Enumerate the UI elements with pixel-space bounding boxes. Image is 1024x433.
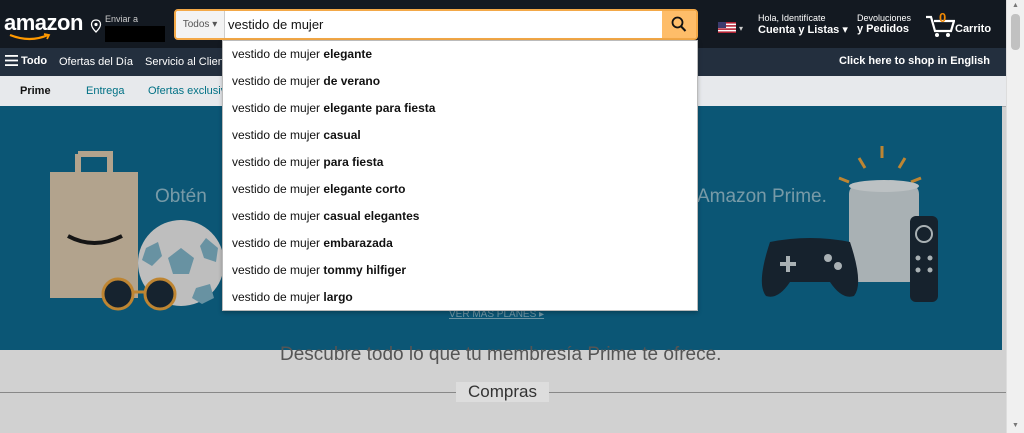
suggestion-item[interactable]: vestido de mujer de verano: [223, 68, 697, 95]
account-greeting: Hola, Identifícate: [758, 13, 826, 23]
account-lists-menu[interactable]: Hola, Identifícate Cuenta y Listas ▾: [758, 13, 848, 36]
scroll-up-arrow-icon[interactable]: ▲: [1012, 2, 1019, 9]
scroll-down-arrow-icon[interactable]: ▼: [1012, 422, 1019, 429]
suggestion-item[interactable]: vestido de mujer largo: [223, 284, 697, 311]
suggestion-item[interactable]: vestido de mujer elegante corto: [223, 176, 697, 203]
orders-label: y Pedidos: [857, 23, 909, 35]
redacted-location: [105, 26, 165, 42]
cart-label: Carrito: [955, 23, 992, 35]
all-menu-label: Todo: [21, 55, 48, 67]
hamburger-menu-icon: [5, 55, 18, 66]
amazon-smile-icon: [9, 33, 51, 41]
nav-link-customer-service[interactable]: Servicio al Cliente: [145, 56, 233, 68]
location-pin-icon: [90, 19, 102, 33]
search-bar: Todos ▾: [174, 9, 698, 40]
subnav-prime[interactable]: Prime: [20, 85, 51, 97]
language-caret-icon[interactable]: ▾: [739, 24, 743, 33]
returns-label: Devoluciones: [857, 13, 912, 23]
search-suggestions-dropdown: vestido de mujer elegante vestido de muj…: [222, 40, 698, 311]
suggestion-item[interactable]: vestido de mujer casual: [223, 122, 697, 149]
search-category-select[interactable]: Todos ▾: [176, 11, 225, 38]
search-icon: [671, 16, 687, 32]
suggestion-item[interactable]: vestido de mujer elegante: [223, 41, 697, 68]
amazon-page: amazon Enviar a Todos ▾ vestido de mujer…: [0, 0, 1006, 433]
deliver-label: Enviar a: [105, 14, 139, 24]
all-menu-button[interactable]: Todo: [5, 55, 47, 67]
returns-orders-link[interactable]: Devoluciones y Pedidos: [857, 13, 911, 35]
prime-benefits-text: Descubre todo lo que tu membresía Prime …: [280, 344, 722, 365]
suggestion-item[interactable]: vestido de mujer tommy hilfiger: [223, 257, 697, 284]
cart-count: 0: [939, 10, 947, 25]
account-lists-label: Cuenta y Listas ▾: [758, 24, 848, 36]
nav-link-deals[interactable]: Ofertas del Día: [59, 56, 133, 68]
section-title-compras: Compras: [456, 382, 549, 402]
search-button[interactable]: [662, 11, 696, 38]
page-scrollbar[interactable]: ▲ ▼: [1006, 0, 1024, 433]
shop-in-english-link[interactable]: Click here to shop in English: [839, 55, 990, 67]
suggestion-item[interactable]: vestido de mujer para fiesta: [223, 149, 697, 176]
cart-button[interactable]: 0 Carrito: [925, 10, 995, 40]
suggestion-item[interactable]: vestido de mujer elegante para fiesta: [223, 95, 697, 122]
us-flag-icon[interactable]: [718, 22, 736, 33]
subnav-delivery[interactable]: Entrega: [86, 85, 125, 97]
suggestion-item[interactable]: vestido de mujer casual elegantes: [223, 203, 697, 230]
scrollbar-thumb[interactable]: [1011, 14, 1020, 50]
suggestion-item[interactable]: vestido de mujer embarazada: [223, 230, 697, 257]
search-input[interactable]: [228, 11, 658, 38]
